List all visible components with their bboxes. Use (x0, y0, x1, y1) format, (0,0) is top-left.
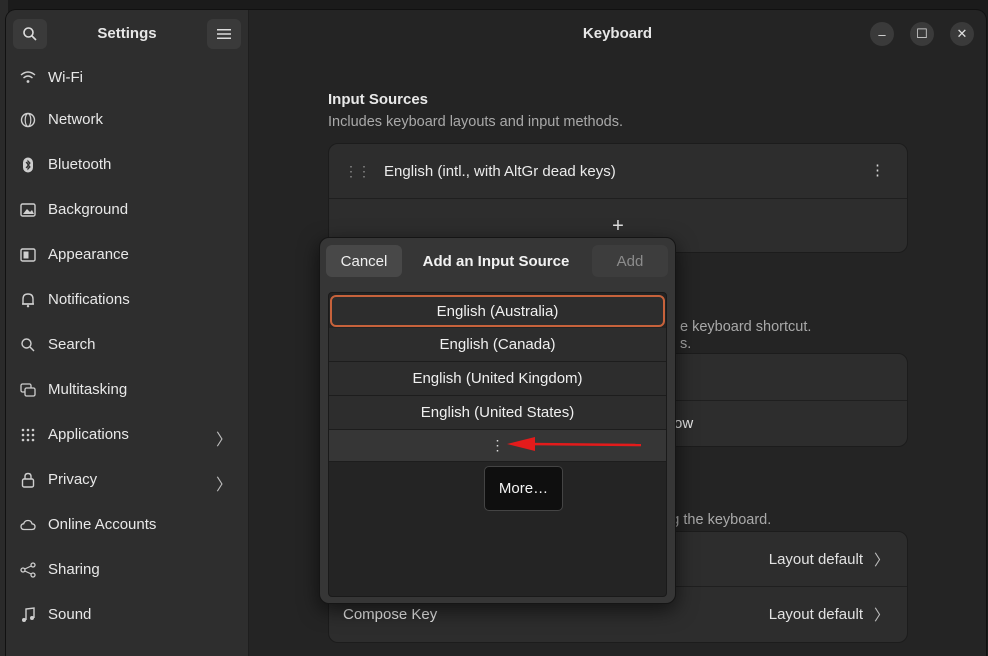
sidebar-item-label: Network (48, 111, 104, 128)
row-value: Layout default (768, 550, 863, 568)
sidebar-item-applications[interactable]: Applications 〉 (6, 412, 248, 457)
appearance-icon (19, 246, 37, 264)
main-header: Keyboard – ☐ ✕ (249, 10, 986, 57)
bell-icon (19, 291, 37, 309)
cancel-button[interactable]: Cancel (326, 245, 402, 277)
annotation-arrow (507, 437, 642, 451)
language-item-selected[interactable]: English (Australia) (330, 295, 665, 327)
plus-icon: + (612, 214, 624, 237)
chevron-right-icon: 〉 (873, 551, 889, 569)
chevron-right-icon: 〉 (215, 432, 232, 449)
lock-icon (19, 471, 37, 489)
sidebar-item-network[interactable]: Network (6, 97, 248, 142)
background-icon (19, 201, 37, 219)
kebab-menu-icon[interactable]: ⋮ (870, 161, 885, 179)
cloud-icon (19, 516, 37, 534)
shortcut-description-2: s. (680, 336, 692, 352)
close-button[interactable]: ✕ (950, 22, 974, 46)
input-source-label: English (intl., with AltGr dead keys) (384, 162, 616, 180)
sidebar-item-label: Privacy (48, 471, 98, 488)
maximize-button[interactable]: ☐ (910, 22, 934, 46)
minimize-button[interactable]: – (870, 22, 894, 46)
sidebar-list: Wi-Fi Network Bluetooth Background Appea… (6, 57, 248, 637)
sidebar-item-label: Appearance (48, 246, 129, 263)
row-label: Compose Key (343, 605, 438, 623)
input-sources-subtitle: Includes keyboard layouts and input meth… (328, 114, 624, 130)
multitasking-icon (19, 381, 37, 399)
sidebar-item-label: Multitasking (48, 381, 128, 398)
globe-icon (19, 111, 37, 129)
more-tooltip: More… (484, 466, 563, 511)
sidebar-item-label: Background (48, 201, 129, 218)
sidebar-item-privacy[interactable]: Privacy 〉 (6, 457, 248, 502)
sidebar-item-wifi[interactable]: Wi-Fi (6, 57, 248, 97)
dialog-title: Add an Input Source (422, 253, 570, 270)
sidebar-item-background[interactable]: Background (6, 187, 248, 232)
music-note-icon (19, 606, 37, 624)
grid-icon (19, 426, 37, 444)
wifi-icon (19, 68, 37, 86)
sidebar-item-label: Online Accounts (48, 516, 157, 533)
bluetooth-icon (19, 156, 37, 174)
sidebar-item-sound[interactable]: Sound (6, 592, 248, 637)
sidebar-item-sharing[interactable]: Sharing (6, 547, 248, 592)
chevron-right-icon: 〉 (873, 606, 889, 624)
sidebar-item-label: Bluetooth (48, 156, 112, 173)
input-source-row[interactable]: ⋮⋮ English (intl., with AltGr dead keys)… (329, 144, 907, 199)
drag-handle-icon[interactable]: ⋮⋮ (344, 163, 371, 180)
add-input-source-dialog: Cancel Add an Input Source Add English (… (319, 237, 676, 604)
sidebar-menu-button[interactable] (207, 19, 241, 49)
sidebar-item-label: Wi-Fi (48, 68, 83, 86)
language-item[interactable]: English (Canada) (329, 328, 666, 362)
vertical-dots-icon: ⋮ (490, 437, 505, 453)
sidebar-item-notifications[interactable]: Notifications (6, 277, 248, 322)
sidebar-item-search[interactable]: Search (6, 322, 248, 367)
sidebar-item-label: Sharing (48, 561, 100, 578)
special-entry-description: ing the keyboard. (660, 512, 772, 528)
add-button[interactable]: Add (592, 245, 668, 277)
sidebar-item-bluetooth[interactable]: Bluetooth (6, 142, 248, 187)
language-item[interactable]: English (United Kingdom) (329, 362, 666, 396)
search-icon (19, 336, 37, 354)
input-sources-title: Input Sources (328, 91, 429, 108)
sidebar: Settings Wi-Fi Network Bluetooth Backgro… (6, 10, 249, 656)
sidebar-item-label: Search (48, 336, 96, 353)
shortcut-description: e keyboard shortcut. (680, 319, 812, 335)
row-value: Layout default (768, 605, 863, 623)
share-icon (19, 561, 37, 579)
language-item[interactable]: English (United States) (329, 396, 666, 430)
sidebar-item-online-accounts[interactable]: Online Accounts (6, 502, 248, 547)
switch-option-label: ow (674, 415, 694, 432)
sidebar-item-label: Applications (48, 426, 129, 443)
sidebar-item-appearance[interactable]: Appearance (6, 232, 248, 277)
sidebar-item-label: Notifications (48, 291, 130, 308)
chevron-right-icon: 〉 (215, 477, 232, 494)
sidebar-item-label: Sound (48, 606, 92, 623)
sidebar-header: Settings (6, 10, 248, 57)
sidebar-item-multitasking[interactable]: Multitasking (6, 367, 248, 412)
hamburger-icon (217, 29, 231, 39)
